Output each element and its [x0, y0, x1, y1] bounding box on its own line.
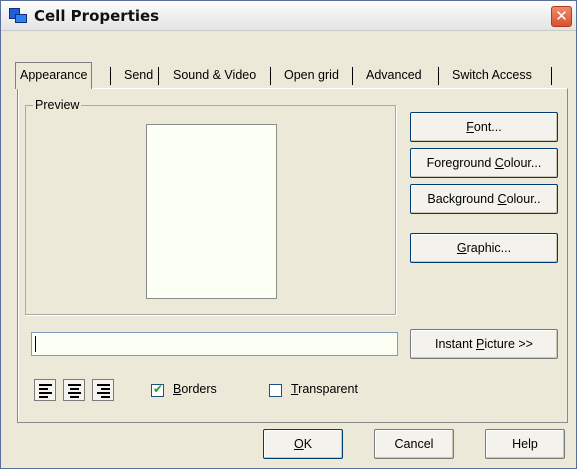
tab-separator [110, 67, 111, 85]
close-button[interactable]: ✕ [551, 6, 572, 27]
close-icon: ✕ [555, 7, 568, 25]
text-caret [35, 336, 36, 352]
tab-separator [352, 67, 353, 85]
cell-preview [146, 124, 277, 299]
background-colour-button[interactable]: Background Colour.. [410, 184, 558, 214]
title-bar[interactable]: Cell Properties ✕ [1, 1, 576, 31]
tab-separator [438, 67, 439, 85]
help-button[interactable]: Help [485, 429, 565, 459]
transparent-label[interactable]: Transparent [291, 382, 358, 396]
graphic-button[interactable]: Graphic... [410, 233, 558, 263]
cell-text-input[interactable] [31, 332, 398, 356]
tab-switch-access[interactable]: Switch Access [448, 63, 536, 88]
cell-properties-dialog: Cell Properties ✕ Appearance Send Sound … [0, 0, 577, 469]
preview-label: Preview [33, 98, 82, 112]
dialog-title: Cell Properties [34, 7, 160, 25]
tab-separator [158, 67, 159, 85]
tab-appearance[interactable]: Appearance [15, 62, 93, 89]
checkmark-icon: ✔ [153, 382, 164, 396]
borders-label[interactable]: Borders [173, 382, 217, 396]
ok-button[interactable]: OK [263, 429, 343, 459]
font-button[interactable]: Font... [410, 112, 558, 142]
align-left-button[interactable] [34, 379, 56, 401]
align-center-button[interactable] [63, 379, 85, 401]
tab-sound-video[interactable]: Sound & Video [169, 63, 261, 88]
instant-picture-button[interactable]: Instant Picture >> [410, 329, 558, 359]
borders-checkbox[interactable]: ✔ [151, 382, 164, 397]
tab-send[interactable]: Send [120, 63, 158, 88]
transparent-checkbox[interactable] [269, 384, 282, 397]
cancel-button[interactable]: Cancel [374, 429, 454, 459]
foreground-colour-button[interactable]: Foreground Colour... [410, 148, 558, 178]
align-right-button[interactable] [92, 379, 114, 401]
tab-separator [551, 67, 552, 85]
tab-open-grid[interactable]: Open grid [280, 63, 343, 88]
tab-advanced[interactable]: Advanced [362, 63, 426, 88]
app-window-icon [9, 8, 27, 24]
tab-separator [270, 67, 271, 85]
